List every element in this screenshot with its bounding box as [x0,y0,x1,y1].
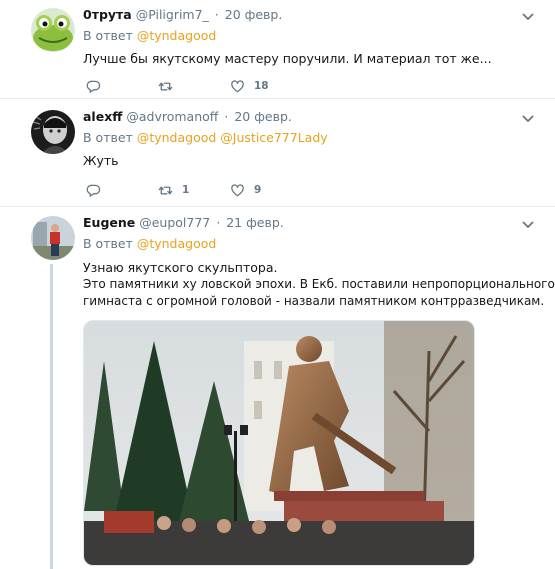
reply-icon [86,184,101,197]
tweet-text-line: Узнаю якутского скульптора. [83,260,278,275]
reply-prefix: В ответ [83,236,133,251]
reply-button[interactable] [86,181,110,199]
retweet-button[interactable]: 1 [158,181,189,199]
tweet-1[interactable]: 0трута @Piligrim7_ · 20 февр. В ответ @t… [0,0,555,98]
reply-mention[interactable]: @tyndagood [137,236,216,251]
tweet-2[interactable]: alexff @advromanoff · 20 февр. В ответ @… [0,98,555,206]
tweet-content: Eugene @eupol777 · 21 февр. В ответ @tyn… [83,214,555,310]
chevron-down-icon[interactable] [521,220,535,230]
separator-dot: · [224,109,229,124]
reply-context: В ответ @tyndagood @Justice777Lady [83,130,535,146]
tweet-photo[interactable] [83,320,475,566]
retweet-icon [158,82,173,90]
tweet-text: Жуть [83,152,535,169]
tweet-3[interactable]: Eugene @eupol777 · 21 февр. В ответ @tyn… [0,206,555,569]
like-count: 9 [254,184,262,196]
user-handle[interactable]: @advromanoff [126,109,218,124]
separator-dot: · [216,215,221,230]
thread-line [50,264,53,569]
tweet-date[interactable]: 21 февр. [226,215,284,230]
tweet-text-line: Это памятники ху ловской эпохи. В Екб. п… [83,277,555,291]
tweet-header: alexff @advromanoff · 20 февр. [83,108,535,125]
tweet-content: alexff @advromanoff · 20 февр. В ответ @… [83,108,535,169]
avatar[interactable] [31,110,75,154]
reply-context: В ответ @tyndagood [83,236,535,252]
heart-icon [231,183,244,196]
tweet-header: 0трута @Piligrim7_ · 20 февр. [83,6,535,23]
tweet-text: Узнаю якутского скульптора. Это памятник… [83,259,555,310]
display-name[interactable]: Eugene [83,215,135,230]
display-name[interactable]: alexff [83,109,122,124]
tweet-text: Лучше бы якутскому мастеру поручили. И м… [83,50,535,67]
like-count: 18 [254,80,269,92]
tweet-header: Eugene @eupol777 · 21 февр. [83,214,535,231]
reply-mention[interactable]: @tyndagood [137,130,216,145]
avatar[interactable] [31,8,75,52]
reply-context: В ответ @tyndagood [83,28,535,44]
like-button[interactable]: 9 [230,181,261,199]
tweet-content: 0трута @Piligrim7_ · 20 февр. В ответ @t… [83,6,535,67]
tweet-text-line: Лучше бы якутскому мастеру поручили. И м… [83,51,492,66]
separator-dot: · [214,7,219,22]
user-handle[interactable]: @eupol777 [139,215,210,230]
chevron-down-icon[interactable] [521,114,535,124]
reply-mention[interactable]: @tyndagood [137,28,216,43]
chevron-down-icon[interactable] [521,12,535,22]
reply-mention[interactable]: @Justice777Lady [220,130,327,145]
retweet-count: 1 [182,184,190,196]
retweet-button[interactable] [158,77,182,95]
reply-icon [86,80,101,93]
reply-prefix: В ответ [83,130,133,145]
tweet-text-line: гимнаста с огромной головой - назвали па… [83,294,545,308]
tweet-date[interactable]: 20 февр. [234,109,292,124]
user-handle[interactable]: @Piligrim7_ [136,7,209,22]
display-name[interactable]: 0трута [83,7,132,22]
reply-prefix: В ответ [83,28,133,43]
avatar[interactable] [31,216,75,260]
heart-icon [231,79,244,92]
retweet-icon [158,186,173,194]
tweet-text-line: Жуть [83,153,119,168]
like-button[interactable]: 18 [230,77,269,95]
reply-button[interactable] [86,77,110,95]
tweet-date[interactable]: 20 февр. [225,7,283,22]
